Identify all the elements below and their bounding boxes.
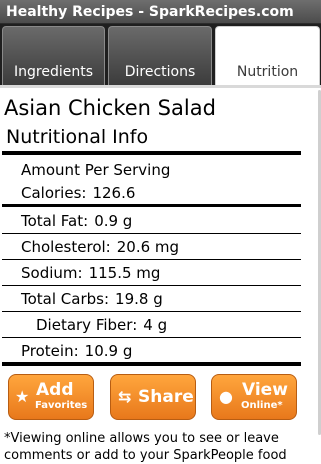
protein-row: Protein 10.9 g — [21, 342, 132, 360]
heavy-divider — [2, 362, 301, 366]
swap-arrows-icon: ⇆ — [118, 387, 132, 406]
row-divider — [2, 311, 301, 312]
sodium-value: 115.5 mg — [88, 264, 161, 282]
heavy-divider — [2, 151, 301, 155]
total-carbs-value: 19.8 g — [115, 290, 163, 308]
tab-underline — [0, 85, 321, 88]
tab-directions[interactable]: Directions — [108, 26, 212, 86]
calories-row: Calories 126.6 — [21, 184, 135, 202]
dietary-fiber-row: Dietary Fiber 4 g — [36, 316, 167, 334]
protein-label: Protein — [21, 342, 79, 360]
add-favorites-line1: Add — [36, 380, 74, 400]
amount-per-serving: Amount Per Serving — [21, 161, 171, 179]
calories-label: Calories — [21, 184, 86, 202]
app-title: Healthy Recipes - SparkRecipes.com — [6, 4, 294, 20]
recipe-title: Asian Chicken Salad — [4, 96, 216, 120]
dietary-fiber-value: 4 g — [143, 316, 168, 334]
total-carbs-label: Total Carbs — [21, 290, 109, 308]
total-fat-value: 0.9 g — [94, 212, 133, 230]
calories-value: 126.6 — [92, 184, 136, 202]
cholesterol-row: Cholesterol 20.6 mg — [21, 238, 179, 256]
total-fat-label: Total Fat — [21, 212, 88, 230]
view-online-footnote: *Viewing online allows you to see or lea… — [4, 431, 287, 463]
sodium-row: Sodium 115.5 mg — [21, 264, 160, 282]
medium-divider — [2, 204, 301, 207]
protein-value: 10.9 g — [84, 342, 133, 360]
add-favorites-button[interactable]: ★ Add Favorites — [8, 374, 94, 420]
share-button[interactable]: ⇆ Share — [110, 374, 196, 420]
star-icon: ★ — [15, 387, 30, 406]
app-title-bar: Healthy Recipes - SparkRecipes.com — [0, 0, 321, 24]
dietary-fiber-label: Dietary Fiber — [36, 316, 137, 334]
row-divider — [2, 337, 301, 338]
tab-bar: Ingredients Directions Nutrition — [0, 24, 321, 86]
cholesterol-label: Cholesterol — [21, 238, 111, 256]
nutritional-info-heading: Nutritional Info — [6, 126, 149, 148]
view-online-line1: View — [242, 380, 288, 400]
view-online-line2: Online* — [241, 400, 283, 411]
view-online-button[interactable]: ● View Online* — [211, 374, 297, 420]
add-favorites-line2: Favorites — [35, 400, 88, 411]
total-carbs-row: Total Carbs 19.8 g — [21, 290, 163, 308]
globe-icon: ● — [219, 387, 233, 406]
row-divider — [2, 285, 301, 286]
tab-nutrition-label: Nutrition — [236, 64, 299, 80]
tab-nutrition[interactable]: Nutrition — [215, 26, 320, 86]
tab-ingredients[interactable]: Ingredients — [2, 26, 105, 86]
row-divider — [2, 259, 301, 260]
tab-ingredients-label: Ingredients — [14, 64, 93, 80]
share-label: Share — [138, 387, 194, 407]
cholesterol-value: 20.6 mg — [116, 238, 180, 256]
tab-directions-label: Directions — [124, 64, 196, 80]
total-fat-row: Total Fat 0.9 g — [21, 212, 132, 230]
row-divider — [2, 233, 301, 234]
sodium-label: Sodium — [21, 264, 83, 282]
